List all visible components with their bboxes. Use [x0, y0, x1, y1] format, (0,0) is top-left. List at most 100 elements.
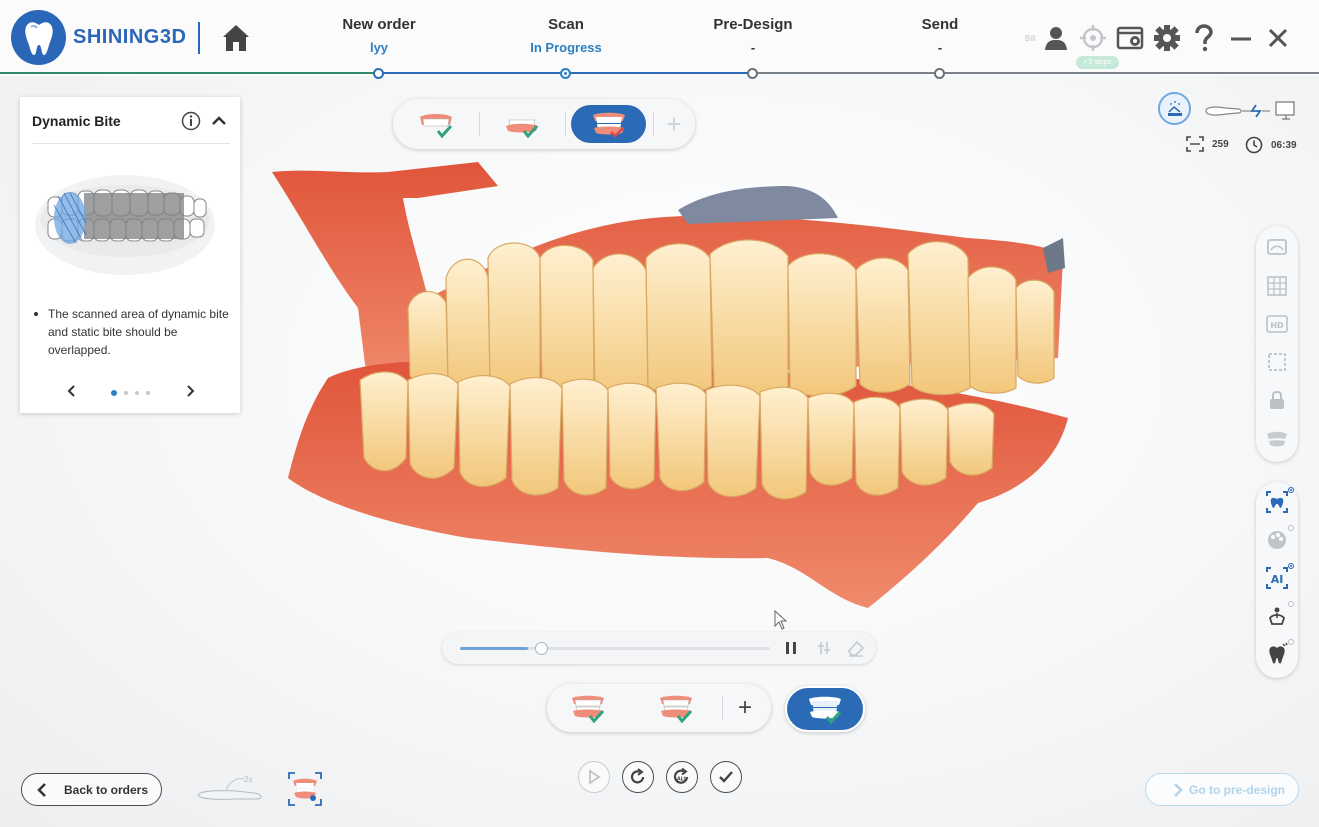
go-to-pre-design-label: Go to pre-design — [1189, 782, 1285, 797]
hd-icon[interactable]: HD — [1265, 312, 1289, 336]
redo-icon — [630, 768, 645, 784]
trim-icon[interactable] — [816, 640, 832, 656]
pause-icon[interactable] — [783, 640, 799, 656]
frame-icon — [1186, 136, 1204, 152]
bite-list-toolbar: + — [547, 684, 771, 732]
step-send[interactable]: Send - — [860, 16, 1020, 55]
select-region-icon[interactable] — [1265, 350, 1289, 374]
frame-count-value: 259 — [1212, 138, 1229, 150]
info-panel: Dynamic Bite The scanned area of dynamic… — [20, 97, 240, 413]
scan-type-toolbar: + — [393, 99, 695, 149]
step-title: New order — [342, 16, 416, 33]
settings-icon[interactable] — [1151, 22, 1183, 54]
steps-badge: • 3 steps — [1076, 56, 1119, 69]
page-dot[interactable] — [135, 391, 139, 395]
user-icon[interactable] — [1040, 22, 1072, 54]
align-icon[interactable] — [1265, 604, 1289, 628]
home-icon[interactable] — [220, 22, 252, 54]
screenshot-icon[interactable] — [1114, 22, 1146, 54]
ai-scan-indicator — [1288, 487, 1294, 493]
ai-filter-indicator — [1288, 563, 1294, 569]
chevron-left-icon — [37, 783, 46, 797]
page-dots — [111, 390, 157, 396]
page-dot[interactable] — [124, 391, 128, 395]
svg-text:AI: AI — [1271, 573, 1284, 586]
lock-icon[interactable] — [1265, 388, 1289, 412]
ai-scan-icon[interactable] — [1265, 490, 1289, 514]
scan-tools-bar: AI — [1256, 482, 1298, 678]
redo-all-button[interactable]: ALL — [666, 761, 698, 793]
dental-3d-model[interactable] — [268, 158, 1073, 618]
bite-1-button[interactable] — [563, 690, 613, 726]
scanner-zoom-label: 2x — [244, 775, 253, 784]
play-button[interactable] — [578, 761, 610, 793]
dynamic-bite-button[interactable] — [785, 686, 865, 732]
color-icon[interactable] — [1265, 528, 1289, 552]
step-sub: lyy — [369, 40, 389, 55]
playback-slider[interactable] — [460, 642, 770, 655]
step-new-order[interactable]: New order lyy — [299, 16, 459, 55]
info-bullet-text: The scanned area of dynamic bite and sta… — [34, 305, 234, 359]
scanner-status-group — [1158, 92, 1303, 126]
close-icon[interactable] — [1262, 22, 1294, 54]
texture-grid-icon[interactable] — [1265, 274, 1289, 298]
playback-slider-knob[interactable] — [534, 642, 548, 655]
jaw-icon[interactable] — [1265, 426, 1289, 450]
color-indicator — [1288, 525, 1294, 531]
header-icon-group: Bill — [1025, 22, 1299, 54]
upper-jaw-scan-button[interactable] — [411, 107, 461, 141]
scan-timer: 06:39 — [1245, 136, 1297, 154]
step-pre-design[interactable]: Pre-Design - — [673, 16, 833, 55]
back-to-orders-button[interactable]: Back to orders — [21, 773, 162, 806]
step-sub: In Progress — [530, 40, 602, 55]
play-icon — [589, 769, 601, 785]
step-title: Scan — [548, 16, 584, 33]
bite-illustration — [32, 163, 218, 279]
step-title: Pre-Design — [713, 16, 793, 33]
redo-button[interactable] — [622, 761, 654, 793]
playback-slider-fill — [460, 647, 529, 650]
step-dot-new-order — [373, 68, 384, 79]
step-dot-scan — [560, 68, 571, 79]
next-page-chevron-icon[interactable] — [182, 383, 198, 399]
step-progress-line — [0, 72, 1319, 74]
help-icon[interactable] — [1188, 22, 1220, 54]
page-dot[interactable] — [111, 390, 117, 396]
add-scan-button[interactable]: + — [661, 109, 687, 139]
go-to-pre-design-button[interactable]: Go to pre-design — [1145, 773, 1299, 806]
tooth-clean-indicator — [1288, 639, 1294, 645]
add-bite-button[interactable]: + — [731, 693, 759, 723]
scanner-mode-icon[interactable] — [1158, 92, 1191, 125]
info-icon[interactable] — [181, 111, 201, 131]
ai-filter-icon[interactable]: AI — [1265, 566, 1289, 590]
collapse-chevron-icon[interactable] — [209, 111, 229, 131]
redo-all-icon: ALL — [673, 767, 689, 784]
header-bar: SHINING3D New order lyy Scan In Progress… — [0, 0, 1319, 79]
texture-icon[interactable] — [1265, 236, 1289, 260]
scanner-handpiece-icon — [197, 778, 262, 800]
lower-jaw-scan-button[interactable] — [497, 107, 547, 141]
bite-2-button[interactable] — [651, 690, 701, 726]
page-dot[interactable] — [146, 391, 150, 395]
minimize-icon[interactable] — [1225, 22, 1257, 54]
bite-scan-button[interactable] — [571, 105, 646, 143]
eraser-icon[interactable] — [846, 638, 866, 658]
mouse-cursor-icon — [774, 610, 788, 630]
tooth-clean-icon[interactable] — [1265, 642, 1289, 666]
prev-page-chevron-icon[interactable] — [64, 383, 80, 399]
step-title: Send — [921, 16, 959, 33]
calibrate-icon[interactable] — [1077, 22, 1109, 54]
logo-tooth-icon — [11, 10, 66, 65]
bite-preview-icon[interactable] — [288, 772, 322, 806]
svg-text:ALL: ALL — [677, 777, 688, 783]
brand-name: SHINING3D — [73, 26, 187, 48]
back-to-orders-label: Back to orders — [64, 782, 149, 797]
step-scan[interactable]: Scan In Progress — [486, 16, 646, 55]
view-tools-bar: HD — [1256, 226, 1298, 462]
brand-divider — [198, 22, 200, 54]
scanner-connection-icon — [1205, 101, 1295, 120]
info-divider — [32, 143, 230, 144]
dynamic-bite-icon — [805, 692, 845, 726]
confirm-button[interactable] — [710, 761, 742, 793]
bill-label: Bill — [1025, 33, 1036, 43]
